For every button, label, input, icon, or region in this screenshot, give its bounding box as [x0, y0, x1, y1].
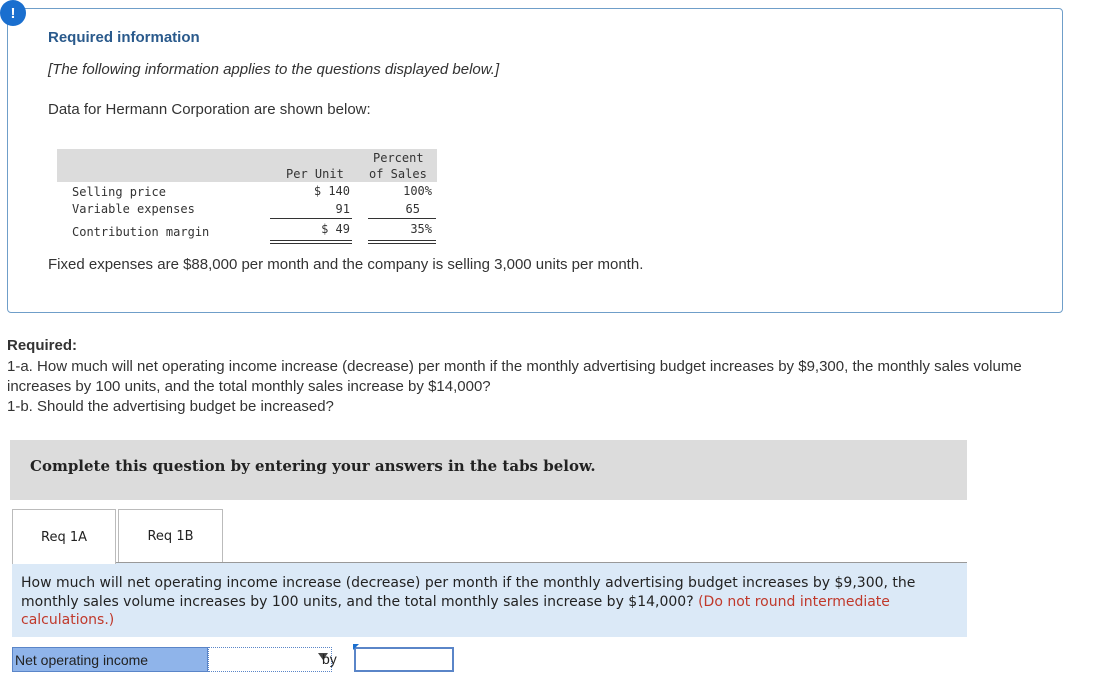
table-total-line-percent: [368, 240, 436, 241]
col-header-of-sales: of Sales: [369, 167, 427, 181]
col-header-percent: Percent: [373, 151, 424, 165]
row-label-variable-expenses: Variable expenses: [72, 202, 195, 216]
required-label: Required:: [7, 337, 78, 354]
required-information-title: Required information: [48, 29, 200, 46]
table-divider-percent: [368, 218, 436, 219]
alert-icon: !: [0, 0, 26, 26]
contribution-margin-percent: 35%: [410, 222, 432, 236]
tab-req-1b[interactable]: Req 1B: [118, 509, 223, 563]
row-label-selling-price: Selling price: [72, 185, 166, 199]
instructions-text: Complete this question by entering your …: [30, 457, 596, 475]
variable-expenses-percent: 65: [405, 202, 420, 216]
input-flag-icon: [353, 644, 359, 650]
selling-price-percent: 100%: [403, 184, 432, 198]
answer-label: Net operating income: [12, 647, 208, 672]
required-1a: 1-a. How much will net operating income …: [7, 358, 1022, 395]
contribution-margin-per-unit: $ 49: [321, 222, 350, 236]
required-questions: 1-a. How much will net operating income …: [7, 357, 1087, 417]
table-divider-per-unit: [270, 218, 352, 219]
table-double-line-percent: [368, 243, 436, 244]
increase-decrease-select[interactable]: [208, 647, 332, 672]
data-intro: Data for Hermann Corporation are shown b…: [48, 101, 371, 118]
tab-req-1a[interactable]: Req 1A: [12, 509, 116, 564]
variable-expenses-per-unit: 91: [335, 202, 350, 216]
table-total-line-per-unit: [270, 240, 352, 241]
instructions-banner: Complete this question by entering your …: [10, 440, 967, 500]
by-label: by: [322, 651, 337, 667]
required-1b: 1-b. Should the advertising budget be in…: [7, 398, 334, 415]
applies-note: [The following information applies to th…: [48, 61, 500, 78]
row-label-contribution-margin: Contribution margin: [72, 225, 210, 239]
question-text: How much will net operating income incre…: [21, 574, 951, 630]
selling-price-per-unit: $ 140: [313, 184, 350, 198]
fixed-expenses-text: Fixed expenses are $88,000 per month and…: [48, 256, 644, 273]
question-panel: How much will net operating income incre…: [12, 563, 967, 637]
col-header-per-unit: Per Unit: [286, 167, 344, 181]
amount-input[interactable]: [354, 647, 454, 672]
table-double-line-per-unit: [270, 243, 352, 244]
